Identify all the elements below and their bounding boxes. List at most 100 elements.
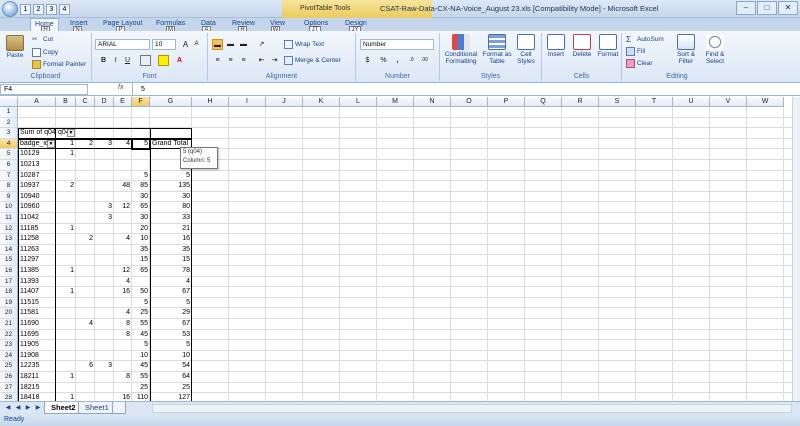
row-header-16[interactable]: 16 xyxy=(0,266,18,277)
fx-icon[interactable]: fx xyxy=(118,84,123,91)
formula-input[interactable]: 5 xyxy=(132,83,800,96)
prev-sheet-icon[interactable]: ◀ xyxy=(14,404,22,412)
currency-button[interactable]: $ xyxy=(362,55,373,66)
row-header-7[interactable]: 7 xyxy=(0,170,18,182)
row-header-13[interactable]: 13 xyxy=(0,234,18,245)
decrease-indent-icon[interactable]: ⇤ xyxy=(256,55,267,66)
row-header-4[interactable]: 4 xyxy=(0,138,18,150)
row-header-3[interactable]: 3 xyxy=(0,128,18,139)
column-header-p[interactable]: P xyxy=(488,97,525,107)
row-header-27[interactable]: 27 xyxy=(0,382,18,394)
font-color-icon[interactable]: A xyxy=(174,55,185,66)
column-header-h[interactable]: H xyxy=(192,97,229,107)
select-all-corner[interactable] xyxy=(0,97,18,107)
column-header-c[interactable]: C xyxy=(76,97,95,107)
conditional-formatting-button[interactable]: Conditional Formatting xyxy=(442,34,480,65)
clear-button[interactable]: Clear xyxy=(626,59,653,68)
row-filter-dropdown[interactable]: ▼ xyxy=(47,139,55,148)
column-header-j[interactable]: J xyxy=(266,97,303,107)
align-left-icon[interactable]: ≡ xyxy=(212,55,223,66)
column-header-n[interactable]: N xyxy=(414,97,451,107)
qat-save-button[interactable]: 1 xyxy=(20,3,31,15)
align-center-icon[interactable]: ≡ xyxy=(225,55,236,66)
align-top-icon[interactable]: ▬ xyxy=(212,39,223,50)
row-header-15[interactable]: 15 xyxy=(0,255,18,266)
autosum-button[interactable]: Σ AutoSum xyxy=(626,35,664,44)
row-header-22[interactable]: 22 xyxy=(0,329,18,341)
orientation-icon[interactable]: ↗ xyxy=(256,39,267,50)
format-painter-button[interactable]: Format Painter xyxy=(32,60,86,69)
row-header-12[interactable]: 12 xyxy=(0,223,18,235)
row-header-10[interactable]: 10 xyxy=(0,202,18,213)
grow-font-icon[interactable]: A xyxy=(180,39,191,50)
row-header-1[interactable]: 1 xyxy=(0,107,18,118)
office-button[interactable] xyxy=(2,1,18,17)
column-header-e[interactable]: E xyxy=(114,97,132,107)
merge-center-button[interactable]: Merge & Center xyxy=(284,56,341,65)
italic-button[interactable]: I xyxy=(110,55,121,66)
row-header-17[interactable]: 17 xyxy=(0,276,18,288)
row-header-19[interactable]: 19 xyxy=(0,297,18,309)
sort-filter-button[interactable]: Sort & Filter xyxy=(672,34,700,65)
column-header-g[interactable]: G xyxy=(150,97,192,107)
column-header-u[interactable]: U xyxy=(673,97,710,107)
row-header-28[interactable]: 28 xyxy=(0,393,18,401)
column-header-k[interactable]: K xyxy=(303,97,340,107)
row-header-9[interactable]: 9 xyxy=(0,191,18,203)
last-sheet-icon[interactable]: ▶ xyxy=(34,404,42,412)
close-button[interactable]: ✕ xyxy=(778,1,798,15)
horizontal-scrollbar[interactable] xyxy=(152,404,792,413)
cut-button[interactable]: ✂ Cut xyxy=(32,35,53,44)
column-header-d[interactable]: D xyxy=(95,97,114,107)
decrease-decimal-icon[interactable]: .00 xyxy=(419,55,430,66)
fill-color-icon[interactable] xyxy=(158,55,169,66)
column-header-a[interactable]: A xyxy=(18,97,56,107)
number-format-box[interactable]: Number xyxy=(360,39,434,50)
row-header-24[interactable]: 24 xyxy=(0,350,18,362)
increase-indent-icon[interactable]: ⇥ xyxy=(269,55,280,66)
increase-decimal-icon[interactable]: .0 xyxy=(406,55,417,66)
column-header-o[interactable]: O xyxy=(451,97,488,107)
next-sheet-icon[interactable]: ▶ xyxy=(24,404,32,412)
comma-button[interactable]: , xyxy=(392,55,403,66)
row-header-2[interactable]: 2 xyxy=(0,117,18,129)
row-header-8[interactable]: 8 xyxy=(0,181,18,192)
column-header-q[interactable]: Q xyxy=(525,97,562,107)
column-header-v[interactable]: V xyxy=(710,97,747,107)
column-header-b[interactable]: B xyxy=(56,97,76,107)
maximize-button[interactable]: □ xyxy=(757,1,777,15)
column-header-m[interactable]: M xyxy=(377,97,414,107)
row-header-26[interactable]: 26 xyxy=(0,372,18,383)
column-header-l[interactable]: L xyxy=(340,97,377,107)
shrink-font-icon[interactable]: A xyxy=(191,39,202,50)
fill-button[interactable]: Fill xyxy=(626,47,645,56)
align-middle-icon[interactable]: ▬ xyxy=(225,39,236,50)
vertical-scrollbar[interactable] xyxy=(792,97,800,401)
row-header-21[interactable]: 21 xyxy=(0,319,18,330)
qat-redo-button[interactable]: 3 xyxy=(46,3,57,15)
row-header-14[interactable]: 14 xyxy=(0,244,18,256)
first-sheet-icon[interactable]: ◀ xyxy=(4,404,12,412)
align-bottom-icon[interactable]: ▬ xyxy=(238,39,249,50)
column-header-w[interactable]: W xyxy=(747,97,784,107)
delete-cells-button[interactable]: Delete xyxy=(569,34,595,58)
percent-button[interactable]: % xyxy=(378,55,389,66)
row-header-18[interactable]: 18 xyxy=(0,287,18,298)
row-header-11[interactable]: 11 xyxy=(0,213,18,224)
qat-undo-button[interactable]: 2 xyxy=(33,3,44,15)
font-name-box[interactable]: ARIAL xyxy=(95,39,150,50)
row-header-25[interactable]: 25 xyxy=(0,361,18,372)
format-as-table-button[interactable]: Format as Table xyxy=(482,34,512,65)
name-box[interactable]: F4 xyxy=(0,84,88,95)
row-header-5[interactable]: 5 xyxy=(0,149,18,160)
copy-button[interactable]: Copy xyxy=(32,48,58,57)
insert-sheet-icon[interactable] xyxy=(112,402,126,414)
sheet-tab-sheet1[interactable]: Sheet1 xyxy=(78,402,116,414)
column-header-i[interactable]: I xyxy=(229,97,266,107)
find-select-button[interactable]: Find & Select xyxy=(700,34,730,65)
align-right-icon[interactable]: ≡ xyxy=(238,55,249,66)
sheet-tab-sheet2[interactable]: Sheet2 xyxy=(44,402,83,414)
column-filter-dropdown[interactable]: ▼ xyxy=(67,129,75,138)
qat-customize-button[interactable]: 4 xyxy=(59,3,70,15)
bold-button[interactable]: B xyxy=(98,55,109,66)
